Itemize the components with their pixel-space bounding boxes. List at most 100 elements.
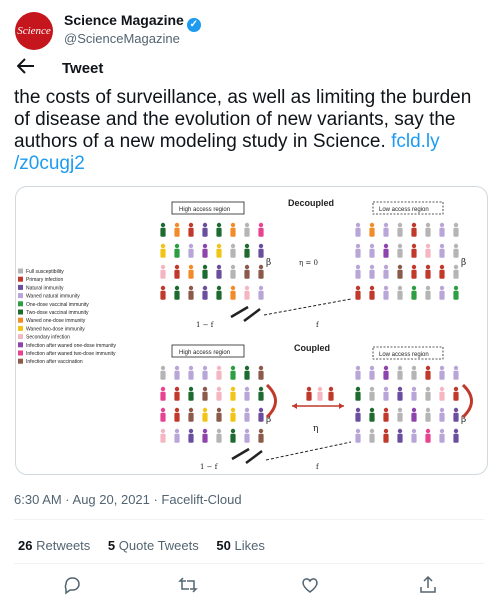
person-icon: [202, 386, 208, 401]
person-icon: [425, 386, 431, 401]
person-icon: [202, 285, 208, 300]
legend-label: Full susceptibility: [26, 269, 64, 275]
person-icon: [174, 386, 180, 401]
person-icon: [244, 386, 250, 401]
legend-swatch: [18, 268, 23, 274]
person-icon: [411, 243, 417, 258]
person-icon: [188, 222, 194, 237]
quotes-stat[interactable]: 5 Quote Tweets: [108, 538, 199, 553]
person-icon: [355, 428, 361, 443]
person-icon: [306, 386, 312, 401]
tweet-text: the costs of surveillance, as well as li…: [14, 87, 484, 175]
person-icon: [383, 264, 389, 279]
person-icon: [244, 407, 250, 422]
legend-label: Natural immunity: [26, 285, 64, 291]
person-icon: [383, 407, 389, 422]
reply-icon[interactable]: [62, 575, 86, 599]
legend-label: Primary infection: [26, 277, 63, 283]
person-icon: [369, 243, 375, 258]
legend-swatch: [18, 358, 23, 364]
person-icon: [258, 285, 264, 300]
person-icon: [202, 428, 208, 443]
person-icon: [453, 285, 459, 300]
person-icon: [355, 243, 361, 258]
legend-swatch: [18, 325, 23, 331]
person-icon: [397, 285, 403, 300]
person-icon: [188, 365, 194, 380]
divider: [14, 519, 484, 520]
person-icon: [439, 386, 445, 401]
figure-legend: Full susceptibility Primary infection Natu…: [18, 268, 117, 365]
coupling-arc-left: [265, 383, 277, 419]
person-icon: [216, 428, 222, 443]
person-icon: [202, 222, 208, 237]
person-icon: [258, 428, 264, 443]
person-icon: [439, 243, 445, 258]
account-name-text: Science Magazine: [64, 12, 184, 28]
person-icon: [439, 285, 445, 300]
legend-label: Secondary infection: [26, 335, 70, 341]
person-icon: [397, 264, 403, 279]
person-icon: [439, 222, 445, 237]
allocation-arrow-2: [265, 441, 352, 461]
legend-swatch: [18, 350, 23, 356]
person-icon: [411, 365, 417, 380]
tweet-timestamp[interactable]: 6:30 AM · Aug 20, 2021 · Facelift-Cloud: [14, 492, 242, 507]
person-icon: [230, 365, 236, 380]
person-icon: [160, 222, 166, 237]
retweet-icon[interactable]: [178, 575, 202, 599]
legend-swatch: [18, 317, 23, 323]
person-icon: [397, 386, 403, 401]
person-icon: [188, 285, 194, 300]
likes-stat[interactable]: 50 Likes: [216, 538, 264, 553]
eta-label: η: [313, 424, 318, 434]
person-icon: [411, 428, 417, 443]
person-icon: [383, 386, 389, 401]
person-icon: [425, 407, 431, 422]
retweets-stat[interactable]: 26 Retweets: [18, 538, 90, 553]
account-name[interactable]: Science Magazine ✓: [64, 12, 201, 32]
person-icon: [453, 365, 459, 380]
tweet-image[interactable]: Decoupled Coupled High access region Low…: [15, 186, 488, 475]
person-icon: [383, 285, 389, 300]
f-label-2: f: [316, 463, 320, 471]
arrow-left-icon[interactable]: [16, 58, 35, 79]
person-icon: [160, 428, 166, 443]
person-icon: [258, 407, 264, 422]
person-icon: [397, 222, 403, 237]
f-label-1: f: [316, 321, 320, 329]
person-icon: [383, 243, 389, 258]
person-icon: [411, 407, 417, 422]
share-icon[interactable]: [418, 575, 442, 599]
person-icon: [160, 243, 166, 258]
person-icon: [174, 365, 180, 380]
person-icon: [453, 243, 459, 258]
person-icon: [439, 365, 445, 380]
person-icon: [411, 222, 417, 237]
person-icon: [425, 264, 431, 279]
person-icon: [453, 222, 459, 237]
science-logo[interactable]: Science: [15, 12, 53, 50]
coupling-arc-right: [461, 383, 473, 419]
person-icon: [425, 428, 431, 443]
person-icon: [202, 243, 208, 258]
legend-swatch: [18, 276, 23, 282]
like-icon[interactable]: [300, 575, 324, 599]
person-icon: [216, 222, 222, 237]
person-icon: [174, 285, 180, 300]
person-icon: [425, 243, 431, 258]
person-icon: [244, 222, 250, 237]
person-icon: [369, 222, 375, 237]
person-icon: [216, 407, 222, 422]
verified-badge-icon: ✓: [186, 18, 201, 32]
account-handle[interactable]: @ScienceMagazine: [64, 31, 180, 46]
low-access-label-bottom: Low access region: [379, 352, 429, 358]
person-icon: [258, 386, 264, 401]
person-icon: [369, 428, 375, 443]
person-icon: [174, 264, 180, 279]
person-icon: [174, 428, 180, 443]
tweet-actions: [0, 575, 497, 599]
legend-swatch: [18, 309, 23, 315]
person-icon: [216, 386, 222, 401]
high-access-label-bottom: High access region: [179, 350, 230, 356]
